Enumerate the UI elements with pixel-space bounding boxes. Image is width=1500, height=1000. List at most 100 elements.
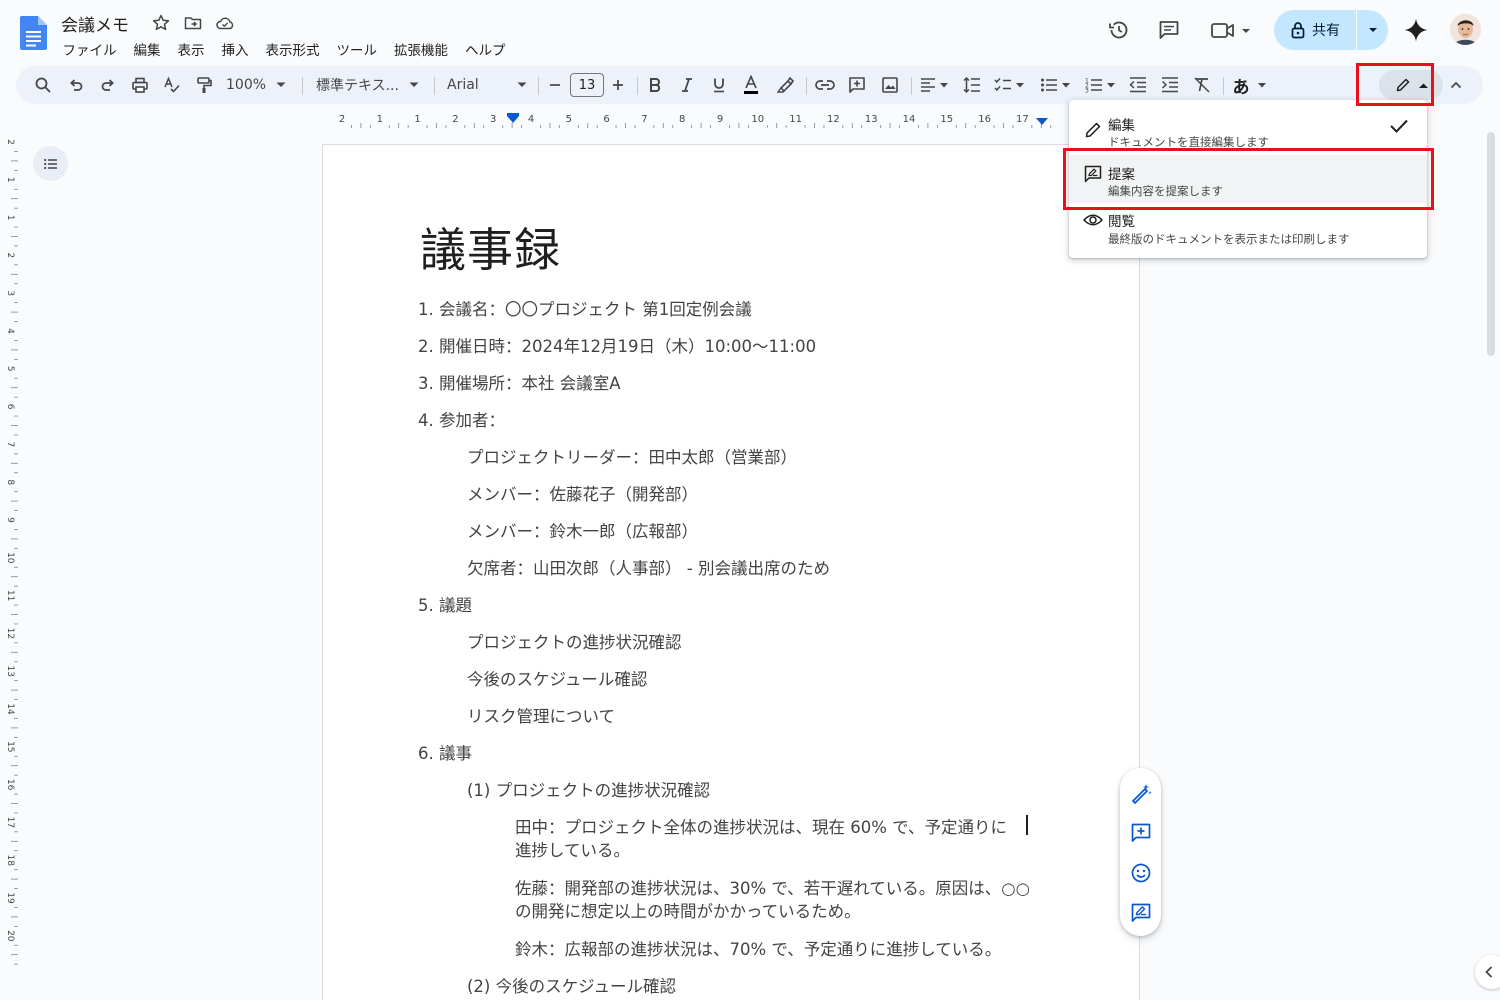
doc-line[interactable]: (1) プロジェクトの進捗状況確認 <box>467 777 710 801</box>
doc-line[interactable]: 4. 参加者： <box>418 407 505 431</box>
share-dropdown-button[interactable] <box>1357 10 1388 50</box>
document-outline-button[interactable] <box>33 146 68 181</box>
insert-link-icon[interactable] <box>813 70 837 100</box>
share-button[interactable]: 共有 <box>1274 10 1388 50</box>
ruler-margin <box>320 110 419 128</box>
underline-icon[interactable] <box>707 70 731 100</box>
highlight-color-icon[interactable] <box>773 70 797 100</box>
mode-option-viewing[interactable]: 閲覧 最終版のドキュメントを表示または印刷します <box>1069 204 1427 252</box>
add-comment-icon[interactable] <box>845 70 869 100</box>
gemini-icon[interactable] <box>1402 16 1430 44</box>
text-cursor <box>1026 815 1028 835</box>
search-menus-icon[interactable] <box>30 70 56 100</box>
document-heading[interactable]: 議事録 <box>420 214 561 280</box>
docs-logo-icon[interactable] <box>20 16 47 50</box>
doc-line[interactable]: (2) 今後のスケジュール確認 <box>467 973 676 997</box>
doc-line[interactable]: 今後のスケジュール確認 <box>467 666 647 690</box>
toolbar-divider <box>302 77 303 95</box>
indent-marker-right[interactable] <box>1036 118 1048 125</box>
decrease-indent-icon[interactable] <box>1125 70 1151 100</box>
doc-line[interactable]: プロジェクトの進捗状況確認 <box>467 629 682 653</box>
hide-menus-icon[interactable] <box>1444 70 1468 100</box>
toolbar-divider <box>434 77 435 95</box>
ruler-tick-label: 12 <box>827 114 840 125</box>
numbered-list-icon[interactable]: 123 <box>1082 70 1118 100</box>
doc-line[interactable]: 欠席者：山田次郎（人事部） - 別会議出席のため <box>467 555 830 579</box>
font-family-select[interactable]: Arial <box>447 70 527 100</box>
doc-line[interactable]: 田中：プロジェクト全体の進捗状況は、現在 60% で、予定通りに <box>515 814 1007 838</box>
decrease-font-size-icon[interactable] <box>545 70 565 100</box>
paragraph-style-select[interactable]: 標準テキス... <box>316 70 422 100</box>
doc-line[interactable]: 6. 議事 <box>418 740 472 764</box>
align-icon[interactable] <box>917 70 951 100</box>
menu-format[interactable]: 表示形式 <box>257 38 328 59</box>
doc-line[interactable]: リスク管理について <box>467 703 615 727</box>
account-avatar[interactable] <box>1450 14 1481 45</box>
vertical-scrollbar[interactable] <box>1487 132 1495 356</box>
menu-tools[interactable]: ツール <box>328 38 386 59</box>
doc-line[interactable]: 3. 開催場所：本社 会議室A <box>418 370 621 394</box>
undo-icon[interactable] <box>63 70 89 100</box>
document-title[interactable]: 会議メモ <box>61 11 129 36</box>
comments-icon[interactable] <box>1155 16 1183 44</box>
doc-line[interactable]: の開発に想定以上の時間がかかっているため。 <box>515 898 861 922</box>
doc-line[interactable]: 5. 議題 <box>418 592 472 616</box>
help-me-write-icon[interactable] <box>1128 780 1153 805</box>
star-icon[interactable] <box>151 13 171 33</box>
font-size-input[interactable]: 13 <box>570 73 604 97</box>
checklist-icon[interactable] <box>991 70 1027 100</box>
move-folder-icon[interactable] <box>183 13 203 33</box>
print-icon[interactable] <box>127 70 153 100</box>
redo-icon[interactable] <box>95 70 121 100</box>
menu-file[interactable]: ファイル <box>54 38 125 59</box>
input-tools-select[interactable]: あ <box>1228 70 1270 100</box>
ruler-tick-label: 7 <box>641 114 647 125</box>
ruler-tick-label: 2 <box>5 253 15 259</box>
doc-line[interactable]: メンバー：鈴木一郎（広報部） <box>467 518 698 542</box>
zoom-select[interactable]: 100% <box>226 70 290 100</box>
ruler-tick-label: 16 <box>5 779 15 791</box>
suggest-edits-icon[interactable] <box>1128 900 1153 925</box>
doc-line[interactable]: 鈴木：広報部の進捗状況は、70% で、予定通りに進捗している。 <box>515 936 1001 960</box>
ruler-tick-label: 2 <box>339 114 345 125</box>
doc-line[interactable]: 2. 開催日時：2024年12月19日（木）10:00〜11:00 <box>418 333 816 357</box>
ruler-tick-label: 18 <box>5 854 15 866</box>
paint-format-icon[interactable] <box>191 70 217 100</box>
version-history-icon[interactable] <box>1105 16 1133 44</box>
share-label: 共有 <box>1312 23 1340 39</box>
show-side-panel-button[interactable] <box>1475 955 1500 989</box>
menu-insert[interactable]: 挿入 <box>213 38 257 59</box>
doc-line[interactable]: 進捗している。 <box>515 837 630 861</box>
doc-line[interactable]: プロジェクトリーダー：田中太郎（営業部） <box>467 444 797 468</box>
menu-help[interactable]: ヘルプ <box>457 38 515 59</box>
emoji-reaction-icon[interactable] <box>1128 860 1153 885</box>
meet-icon[interactable] <box>1208 16 1256 44</box>
arrow-drop-down-icon <box>1016 82 1024 87</box>
ruler-tick-label: 1 <box>377 114 383 125</box>
mode-option-editing[interactable]: 編集 ドキュメントを直接編集します <box>1069 106 1427 154</box>
toolbar-divider <box>911 77 912 95</box>
clear-formatting-icon[interactable] <box>1189 70 1215 100</box>
first-line-indent-marker[interactable] <box>507 113 519 116</box>
text-color-icon[interactable] <box>739 70 763 100</box>
ruler-tick-label: 11 <box>5 590 15 601</box>
menu-edit[interactable]: 編集 <box>125 38 169 59</box>
increase-font-size-icon[interactable] <box>608 70 628 100</box>
menu-extensions[interactable]: 拡張機能 <box>386 38 457 59</box>
line-spacing-icon[interactable] <box>959 70 985 100</box>
doc-line[interactable]: メンバー：佐藤花子（開発部） <box>467 481 698 505</box>
insert-image-icon[interactable] <box>878 70 902 100</box>
italic-icon[interactable] <box>675 70 699 100</box>
increase-indent-icon[interactable] <box>1157 70 1183 100</box>
menu-view[interactable]: 表示 <box>169 38 213 59</box>
indent-marker-left[interactable] <box>507 116 519 123</box>
cloud-saved-icon[interactable] <box>215 13 235 33</box>
doc-line[interactable]: 1. 会議名：〇〇プロジェクト 第1回定例会議 <box>418 296 752 320</box>
horizontal-ruler[interactable]: 2 1 1 2 3 4 5 6 7 8 9 10 11 12 13 14 15 16 17 <box>320 110 1070 128</box>
bold-icon[interactable] <box>643 70 667 100</box>
bulleted-list-icon[interactable] <box>1037 70 1073 100</box>
spellcheck-icon[interactable] <box>159 70 185 100</box>
doc-line[interactable]: 佐藤：開発部の進捗状況は、30% で、若干遅れている。原因は、○○ <box>515 875 1030 899</box>
add-comment-icon[interactable] <box>1128 820 1153 845</box>
share-main[interactable]: 共有 <box>1274 10 1356 50</box>
